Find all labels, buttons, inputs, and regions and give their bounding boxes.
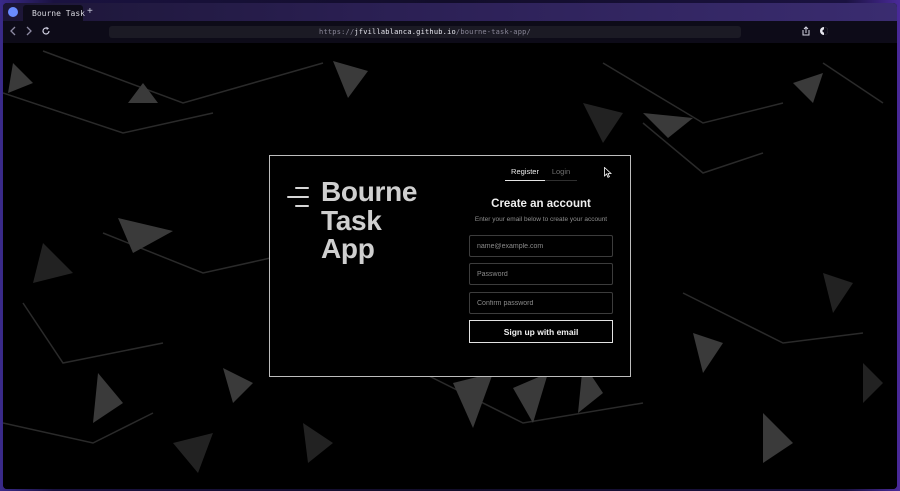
reload-icon[interactable]	[41, 26, 51, 40]
url-host: jfvillablanca.github.io	[354, 28, 456, 36]
new-tab-icon[interactable]: +	[87, 6, 93, 18]
back-icon[interactable]	[9, 26, 17, 40]
app-icon[interactable]	[8, 7, 18, 17]
mouse-cursor-icon	[604, 167, 612, 178]
auth-tabs: Register Login	[505, 167, 577, 181]
brand-line-1: Bourne	[321, 176, 418, 207]
tab-bar: Bourne Task +	[3, 3, 897, 21]
sign-up-button[interactable]: Sign up with email	[469, 320, 613, 343]
form-title: Create an account	[491, 198, 591, 210]
brand-line-2: Task	[321, 204, 382, 236]
browser-window: Bourne Task + https:// jfvillablanca.git…	[3, 3, 897, 489]
tab-login[interactable]: Login	[545, 167, 577, 181]
url-path: /bourne-task-app/	[455, 28, 531, 36]
brand-line-3: App	[321, 233, 375, 264]
navigation-bar: https:// jfvillablanca.github.io /bourne…	[3, 21, 897, 43]
brand-title: Bourne Task App	[321, 176, 418, 264]
auth-card: Bourne Task App Register Login Create an…	[269, 155, 631, 377]
tab-title: Bourne Task	[32, 8, 85, 18]
address-bar[interactable]: https:// jfvillablanca.github.io /bourne…	[109, 26, 741, 38]
desktop-frame: Bourne Task + https:// jfvillablanca.git…	[0, 0, 900, 491]
form-subtitle: Enter your email below to create your ac…	[474, 216, 608, 223]
password-field[interactable]	[469, 263, 613, 285]
confirm-password-field[interactable]	[469, 292, 613, 314]
tab-favicon-icon	[25, 10, 31, 16]
page-viewport: Bourne Task App Register Login Create an…	[3, 43, 897, 489]
url-scheme: https://	[319, 28, 355, 36]
email-field[interactable]	[469, 235, 613, 257]
forward-icon[interactable]	[25, 26, 33, 40]
tab-register[interactable]: Register	[505, 167, 545, 181]
share-icon[interactable]	[801, 26, 811, 39]
menu-lines-icon	[287, 187, 309, 207]
extension-icon[interactable]	[819, 26, 829, 39]
browser-tab[interactable]: Bourne Task	[23, 5, 85, 21]
